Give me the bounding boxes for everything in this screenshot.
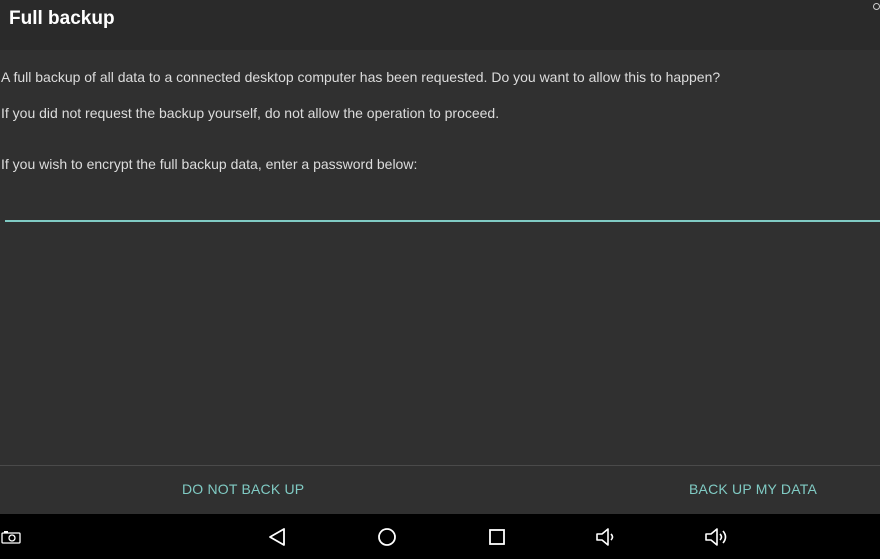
password-input[interactable] xyxy=(5,190,880,222)
recents-icon[interactable] xyxy=(486,526,508,548)
volume-down-icon[interactable] xyxy=(595,526,619,548)
title-bar: Full backup xyxy=(0,0,880,50)
do-not-back-up-button[interactable]: DO NOT BACK UP xyxy=(182,481,304,497)
status-indicator-icon xyxy=(873,3,880,10)
dialog-content: A full backup of all data to a connected… xyxy=(0,50,880,465)
back-icon[interactable] xyxy=(266,526,288,548)
backup-warning-message: If you did not request the backup yourse… xyxy=(1,105,500,121)
navigation-bar xyxy=(0,514,880,559)
volume-up-icon[interactable] xyxy=(704,526,730,548)
backup-dialog-screen: Full backup A full backup of all data to… xyxy=(0,0,880,559)
dialog-button-bar: DO NOT BACK UP BACK UP MY DATA xyxy=(0,466,880,514)
home-icon[interactable] xyxy=(376,526,398,548)
back-up-my-data-button[interactable]: BACK UP MY DATA xyxy=(689,481,817,497)
page-title: Full backup xyxy=(9,8,115,29)
backup-request-message: A full backup of all data to a connected… xyxy=(1,69,721,85)
encrypt-instruction-message: If you wish to encrypt the full backup d… xyxy=(1,156,418,172)
screenshot-icon[interactable] xyxy=(1,527,21,547)
